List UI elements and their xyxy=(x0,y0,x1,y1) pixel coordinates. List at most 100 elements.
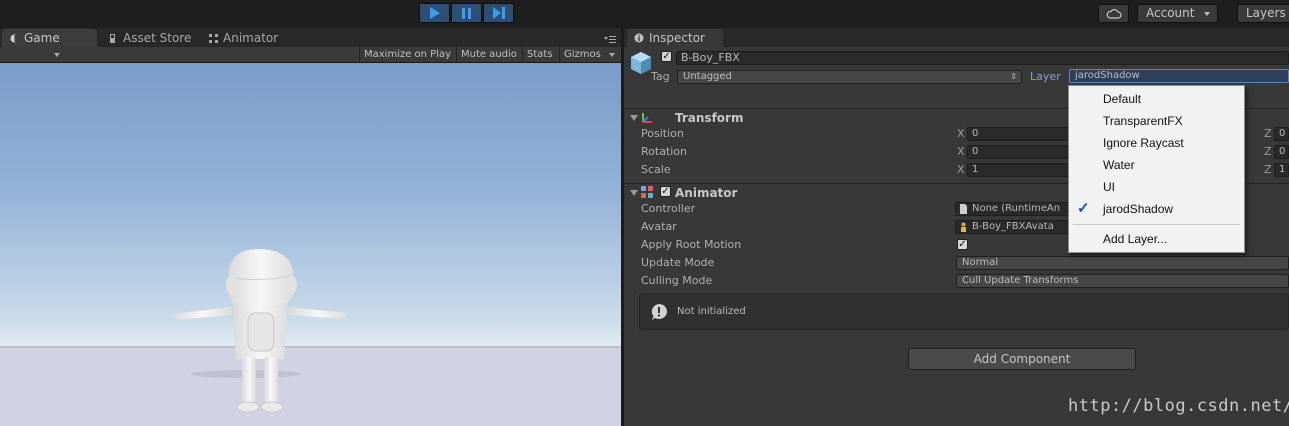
file-icon xyxy=(960,204,967,214)
culling-mode-dropdown[interactable]: Cull Update Transforms xyxy=(956,274,1289,288)
position-x-field[interactable]: 0 xyxy=(967,127,1069,141)
position-x-axis: X xyxy=(957,127,965,140)
layer-menu-item-water[interactable]: Water xyxy=(1069,154,1244,176)
apply-root-motion-label: Apply Root Motion xyxy=(641,238,742,251)
account-label: Account xyxy=(1146,6,1195,20)
step-button[interactable] xyxy=(483,3,514,23)
scale-label: Scale xyxy=(641,163,671,176)
scale-z-value: 1 xyxy=(1279,164,1286,175)
animator-component-icon xyxy=(641,186,653,198)
position-z-axis: Z xyxy=(1264,127,1272,140)
layer-dropdown[interactable]: jarodShadow xyxy=(1069,69,1289,83)
animator-enabled-checkbox[interactable]: ✓ xyxy=(660,186,671,197)
animator-icon xyxy=(209,34,218,43)
account-dropdown[interactable]: Account xyxy=(1137,4,1218,23)
layer-menu-item-transparentfx[interactable]: TransparentFX xyxy=(1069,110,1244,132)
play-button[interactable] xyxy=(419,3,450,23)
rotation-label: Rotation xyxy=(641,145,688,158)
avatar-value: B-Boy_FBXAvata xyxy=(972,221,1054,232)
asset-store-icon xyxy=(110,34,115,43)
watermark: http://blog.csdn.net/ xyxy=(1068,396,1289,416)
panel-menu-icon[interactable] xyxy=(604,34,616,47)
main-toolbar: Account Layers xyxy=(0,0,1289,28)
mute-audio-label: Mute audio xyxy=(461,49,517,60)
apply-root-motion-checkbox[interactable]: ✓ xyxy=(957,239,968,250)
character-model xyxy=(172,249,348,413)
gizmos-dropdown[interactable]: Gizmos xyxy=(559,47,621,63)
layer-menu-item-label: Default xyxy=(1103,92,1142,106)
maximize-on-play-toggle[interactable]: Maximize on Play xyxy=(359,47,455,63)
object-name: B-Boy_FBX xyxy=(681,51,740,64)
add-layer-menu-item[interactable]: Add Layer... xyxy=(1069,228,1244,250)
add-component-button[interactable]: Add Component xyxy=(908,348,1136,370)
game-panel: Game Asset Store Animator Maximize on Pl… xyxy=(0,28,621,426)
tab-animator[interactable]: Animator xyxy=(201,29,301,47)
position-z-field[interactable]: 0 xyxy=(1274,127,1289,141)
update-mode-value: Normal xyxy=(962,257,999,268)
info-bubble-icon xyxy=(651,304,667,320)
updown-icon: ⇕ xyxy=(1010,72,1017,81)
update-mode-dropdown[interactable]: Normal xyxy=(956,256,1289,270)
foldout-arrow-icon xyxy=(630,115,638,121)
object-name-field[interactable]: B-Boy_FBX xyxy=(676,51,1289,65)
layer-menu-item-ignore-raycast[interactable]: Ignore Raycast xyxy=(1069,132,1244,154)
layer-menu-item-label: Water xyxy=(1103,158,1135,172)
controller-value: None (RuntimeAn xyxy=(972,203,1061,214)
foldout-arrow-icon xyxy=(630,190,638,196)
layer-menu-item-label: UI xyxy=(1103,180,1115,194)
game-toolbar: Maximize on Play Mute audio Stats Gizmos xyxy=(0,47,621,63)
info-notice: Not initialized xyxy=(639,293,1289,330)
info-icon xyxy=(634,33,644,43)
tab-inspector-label: Inspector xyxy=(649,31,705,45)
display-dropdown[interactable] xyxy=(0,47,62,63)
layer-menu-item-label: Ignore Raycast xyxy=(1103,136,1184,150)
object-active-checkbox[interactable]: ✓ xyxy=(661,51,672,62)
rotation-x-field[interactable]: 0 xyxy=(967,145,1069,159)
rotation-x-value: 0 xyxy=(972,146,979,157)
layer-label: Layer xyxy=(1030,70,1061,83)
chevron-down-icon xyxy=(609,53,615,57)
rotation-z-value: 0 xyxy=(1279,146,1286,157)
layer-menu-item-ui[interactable]: UI xyxy=(1069,176,1244,198)
position-label: Position xyxy=(641,127,684,140)
layer-menu-item-jarodshadow[interactable]: ✓ jarodShadow xyxy=(1069,198,1244,220)
scale-z-field[interactable]: 1 xyxy=(1274,163,1289,177)
scale-x-field[interactable]: 1 xyxy=(967,163,1069,177)
layers-dropdown[interactable]: Layers xyxy=(1237,4,1289,23)
cloud-icon xyxy=(1106,8,1122,19)
layer-value: jarodShadow xyxy=(1075,70,1140,81)
pause-button[interactable] xyxy=(451,3,482,23)
checkmark-icon: ✓ xyxy=(1077,200,1090,217)
layer-menu: Default TransparentFX Ignore Raycast Wat… xyxy=(1068,85,1245,253)
cloud-button[interactable] xyxy=(1098,4,1129,23)
game-viewport[interactable] xyxy=(0,63,621,426)
tab-game[interactable]: Game xyxy=(2,29,97,47)
avatar-label: Avatar xyxy=(641,220,677,233)
maximize-on-play-label: Maximize on Play xyxy=(364,49,452,60)
rotation-z-field[interactable]: 0 xyxy=(1274,145,1289,159)
scale-x-axis: X xyxy=(957,163,965,176)
culling-mode-label: Culling Mode xyxy=(641,274,713,287)
mute-audio-toggle[interactable]: Mute audio xyxy=(456,47,521,63)
scale-x-value: 1 xyxy=(972,164,979,175)
tag-dropdown[interactable]: Untagged ⇕ xyxy=(677,70,1022,84)
tag-value: Untagged xyxy=(683,71,732,82)
rotation-x-axis: X xyxy=(957,145,965,158)
game-tabbar: Game Asset Store Animator xyxy=(0,28,621,47)
inspector-tabbar: Inspector xyxy=(624,28,1289,47)
tab-animator-label: Animator xyxy=(223,31,279,45)
position-z-value: 0 xyxy=(1279,128,1286,139)
layer-menu-item-label: jarodShadow xyxy=(1103,202,1174,216)
culling-mode-value: Cull Update Transforms xyxy=(962,275,1079,286)
stats-toggle[interactable]: Stats xyxy=(522,47,557,63)
position-x-value: 0 xyxy=(972,128,979,139)
play-controls xyxy=(419,3,514,23)
layer-menu-item-label: TransparentFX xyxy=(1103,114,1183,128)
scale-z-axis: Z xyxy=(1264,163,1272,176)
tab-inspector[interactable]: Inspector xyxy=(627,29,723,47)
play-icon xyxy=(429,7,440,19)
tab-asset-store[interactable]: Asset Store xyxy=(101,29,201,47)
add-layer-label: Add Layer... xyxy=(1103,232,1168,246)
gizmos-label: Gizmos xyxy=(564,49,601,60)
layer-menu-item-default[interactable]: Default xyxy=(1069,88,1244,110)
